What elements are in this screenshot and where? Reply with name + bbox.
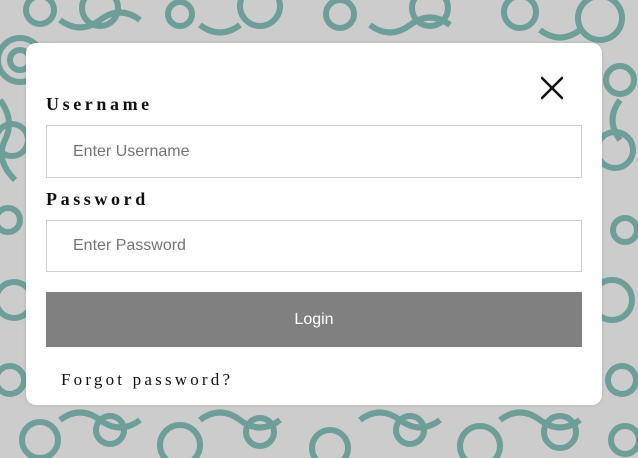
close-icon — [540, 76, 564, 100]
close-button[interactable] — [538, 74, 566, 102]
forgot-password-link[interactable]: Forgot password? — [61, 370, 233, 390]
password-label: Password — [46, 189, 149, 209]
username-label: Username — [46, 94, 153, 114]
password-input[interactable] — [46, 220, 582, 272]
username-input[interactable] — [46, 125, 582, 178]
login-modal: Username Password Login Forgot password? — [26, 43, 602, 405]
login-button[interactable]: Login — [46, 292, 582, 347]
